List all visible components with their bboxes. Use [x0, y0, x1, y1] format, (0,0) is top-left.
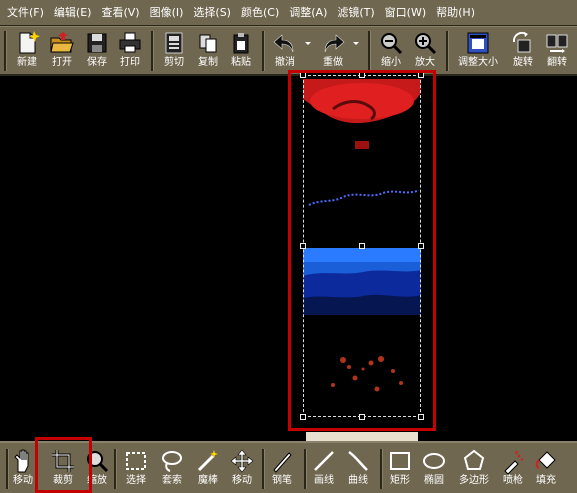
zoom-out-icon	[381, 33, 403, 55]
toolbar-separator	[304, 449, 307, 489]
new-button[interactable]: 新建	[10, 27, 44, 73]
flip-icon	[546, 34, 568, 53]
cut-button[interactable]: 剪切	[157, 27, 191, 73]
magic-wand-tool[interactable]: 魔棒	[190, 445, 226, 491]
zoom-out-button[interactable]: 缩小	[374, 27, 408, 73]
highlight-frame-image	[288, 70, 436, 431]
menu-color[interactable]: 颜色(C)	[236, 0, 284, 26]
toolbar-separator	[151, 31, 154, 71]
pen-icon	[273, 452, 292, 473]
ellipse-tool[interactable]: 椭圆	[418, 445, 450, 491]
rotate-icon	[512, 31, 531, 53]
spray-tool[interactable]: 喷枪	[498, 445, 528, 491]
move-arrows-icon	[230, 449, 254, 473]
printer-icon	[119, 32, 141, 53]
toolbar-separator	[368, 31, 371, 71]
chevron-down-icon	[353, 42, 359, 45]
menu-image[interactable]: 图像(I)	[145, 0, 189, 26]
zoom-in-icon	[415, 33, 437, 55]
folder-open-icon	[50, 32, 74, 53]
toolbar-separator	[262, 31, 265, 71]
select-tool[interactable]: 选择	[120, 445, 152, 491]
line-icon	[314, 451, 334, 471]
menu-window[interactable]: 窗口(W)	[380, 0, 431, 26]
menu-filter[interactable]: 滤镜(T)	[332, 0, 379, 26]
menu-adjust[interactable]: 调整(A)	[284, 0, 332, 26]
zoom-in-button[interactable]: 放大	[408, 27, 442, 73]
menu-bar: 文件(F) 编辑(E) 查看(V) 图像(I) 选择(S) 颜色(C) 调整(A…	[0, 0, 577, 26]
rectangle-icon	[390, 452, 410, 470]
toolbar-separator	[6, 449, 9, 489]
lasso-icon	[162, 451, 182, 472]
redo-icon	[324, 34, 345, 53]
toolbar-separator	[380, 449, 383, 489]
paste-icon	[233, 33, 249, 54]
lasso-tool[interactable]: 套索	[154, 445, 190, 491]
main-toolbar: 新建 打开 保存 打印 剪切 复制 粘贴 撤消 重做 缩小 放大 调整大小 旋转…	[0, 26, 577, 76]
chevron-down-icon	[305, 42, 311, 45]
toolbar-separator	[4, 31, 7, 71]
menu-select[interactable]: 选择(S)	[188, 0, 236, 26]
rotate-button[interactable]: 旋转	[506, 27, 540, 73]
fill-tool[interactable]: 填充	[530, 445, 562, 491]
rect-select-icon	[126, 452, 146, 470]
print-button[interactable]: 打印	[113, 27, 147, 73]
floppy-disk-icon	[87, 33, 107, 53]
menu-view[interactable]: 查看(V)	[96, 0, 144, 26]
open-button[interactable]: 打开	[45, 27, 79, 73]
resize-button[interactable]: 调整大小	[452, 27, 504, 73]
curve-icon	[348, 450, 368, 471]
menu-edit[interactable]: 编辑(E)	[49, 0, 97, 26]
magic-wand-icon	[197, 450, 218, 472]
hand-icon	[14, 449, 29, 473]
save-button[interactable]: 保存	[80, 27, 114, 73]
redo-dropdown[interactable]	[350, 27, 362, 73]
toolbar-separator	[262, 449, 265, 489]
paste-button[interactable]: 粘贴	[224, 27, 258, 73]
copy-icon	[199, 34, 217, 53]
toolbar-separator	[446, 31, 449, 71]
flip-button[interactable]: 翻转	[540, 27, 574, 73]
undo-dropdown[interactable]	[302, 27, 314, 73]
polygon-tool[interactable]: 多边形	[452, 445, 496, 491]
undo-button[interactable]: 撤消	[268, 27, 302, 73]
move-tool[interactable]: 移动	[10, 445, 36, 491]
menu-file[interactable]: 文件(F)	[2, 0, 49, 26]
rectangle-tool[interactable]: 矩形	[384, 445, 416, 491]
resize-icon	[467, 32, 489, 54]
menu-help[interactable]: 帮助(H)	[431, 0, 480, 26]
new-file-icon	[19, 31, 40, 54]
copy-button[interactable]: 复制	[191, 27, 225, 73]
spray-can-icon	[504, 450, 524, 474]
drag-tool[interactable]: 移动	[226, 445, 258, 491]
curve-tool[interactable]: 曲线	[342, 445, 374, 491]
undo-icon	[273, 34, 294, 53]
highlight-frame-crop-tool	[35, 437, 92, 493]
pen-tool[interactable]: 钢笔	[266, 445, 298, 491]
line-tool[interactable]: 画线	[308, 445, 340, 491]
paint-bucket-icon	[535, 451, 556, 469]
redo-button[interactable]: 重做	[316, 27, 350, 73]
polygon-icon	[463, 449, 485, 470]
toolbar-separator	[114, 449, 117, 489]
ellipse-icon	[423, 453, 445, 469]
cut-icon	[165, 32, 183, 54]
